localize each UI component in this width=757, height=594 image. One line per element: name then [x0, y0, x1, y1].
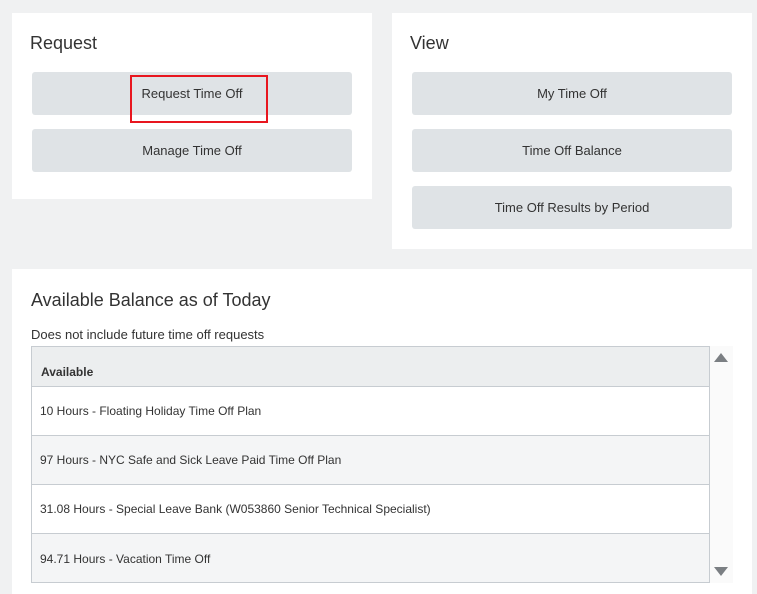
table-row: 94.71 Hours - Vacation Time Off — [32, 534, 709, 582]
request-card-title: Request — [30, 33, 98, 53]
scroll-down-icon[interactable] — [714, 567, 728, 576]
row-text: 10 Hours - Floating Holiday Time Off Pla… — [40, 404, 262, 418]
table-row: 31.08 Hours - Special Leave Bank (W05386… — [32, 485, 709, 534]
column-header-available: Available — [41, 364, 94, 379]
row-text: 97 Hours - NYC Safe and Sick Leave Paid … — [40, 453, 342, 467]
scroll-up-icon[interactable] — [714, 353, 728, 362]
view-card: View My Time Off Time Off Balance Time O… — [392, 13, 752, 249]
time-off-balance-button[interactable]: Time Off Balance — [412, 129, 732, 172]
table-scrollbar[interactable] — [710, 346, 733, 583]
request-time-off-button[interactable]: Request Time Off — [32, 72, 352, 115]
table-header: Available — [32, 347, 709, 387]
view-card-title: View — [410, 33, 449, 53]
row-text: 94.71 Hours - Vacation Time Off — [40, 551, 211, 566]
request-card: Request Request Time Off Manage Time Off — [12, 13, 372, 199]
my-time-off-button[interactable]: My Time Off — [412, 72, 732, 115]
row-text: 31.08 Hours - Special Leave Bank (W05386… — [40, 502, 431, 516]
time-off-results-by-period-button[interactable]: Time Off Results by Period — [412, 186, 732, 229]
balance-subtitle: Does not include future time off request… — [31, 327, 265, 342]
balance-table: Available 10 Hours - Floating Holiday Ti… — [31, 346, 710, 583]
manage-time-off-button[interactable]: Manage Time Off — [32, 129, 352, 172]
balance-title: Available Balance as of Today — [31, 290, 271, 310]
table-row: 10 Hours - Floating Holiday Time Off Pla… — [32, 387, 709, 436]
table-row: 97 Hours - NYC Safe and Sick Leave Paid … — [32, 436, 709, 485]
